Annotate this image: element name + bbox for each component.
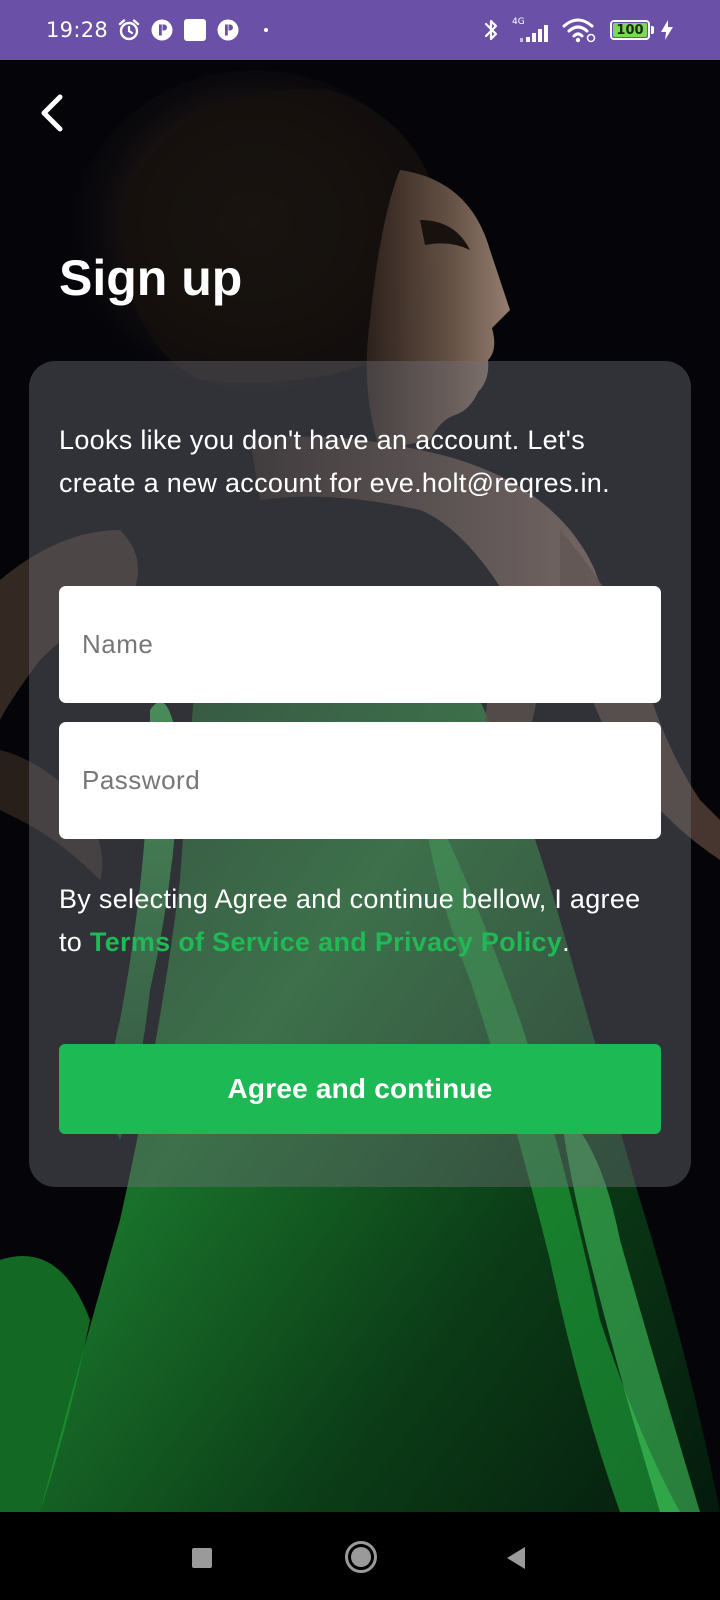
recents-button[interactable] xyxy=(180,1536,224,1580)
home-icon xyxy=(345,1541,377,1573)
square-notification-icon xyxy=(183,18,207,42)
terms-text: By selecting Agree and continue bellow, … xyxy=(59,878,669,964)
wifi-icon xyxy=(562,17,596,43)
name-input[interactable] xyxy=(59,586,661,703)
battery-cap xyxy=(651,26,654,34)
page-title: Sign up xyxy=(59,250,243,306)
status-time: 19:28 xyxy=(46,18,109,42)
back-triangle-icon xyxy=(507,1547,525,1569)
terms-suffix: . xyxy=(562,927,570,957)
app-notification-icon xyxy=(216,18,240,42)
more-notifications-dot xyxy=(264,28,269,32)
navigation-bar xyxy=(0,1512,720,1600)
terms-privacy-link[interactable]: Terms of Service and Privacy Policy xyxy=(90,927,562,957)
home-button[interactable] xyxy=(338,1534,384,1580)
alarm-icon xyxy=(117,18,141,42)
cellular-signal-icon: 4G xyxy=(512,18,550,42)
charging-icon xyxy=(660,19,674,41)
back-button[interactable] xyxy=(28,88,78,138)
bluetooth-icon xyxy=(482,17,500,43)
battery-icon: 100 xyxy=(610,20,650,40)
status-bar-right: 4G 100 xyxy=(473,17,674,43)
intro-text: Looks like you don't have an account. Le… xyxy=(59,425,610,498)
status-bar: 19:28 4G 100 xyxy=(0,0,720,60)
agree-and-continue-button[interactable]: Agree and continue xyxy=(59,1044,661,1134)
password-input[interactable] xyxy=(59,722,661,839)
chevron-left-icon xyxy=(41,94,63,132)
status-bar-left: 19:28 xyxy=(46,18,269,42)
system-back-button[interactable] xyxy=(494,1536,538,1580)
app-notification-icon xyxy=(150,18,174,42)
battery-level-text: 100 xyxy=(616,22,644,38)
recents-icon xyxy=(192,1548,212,1568)
